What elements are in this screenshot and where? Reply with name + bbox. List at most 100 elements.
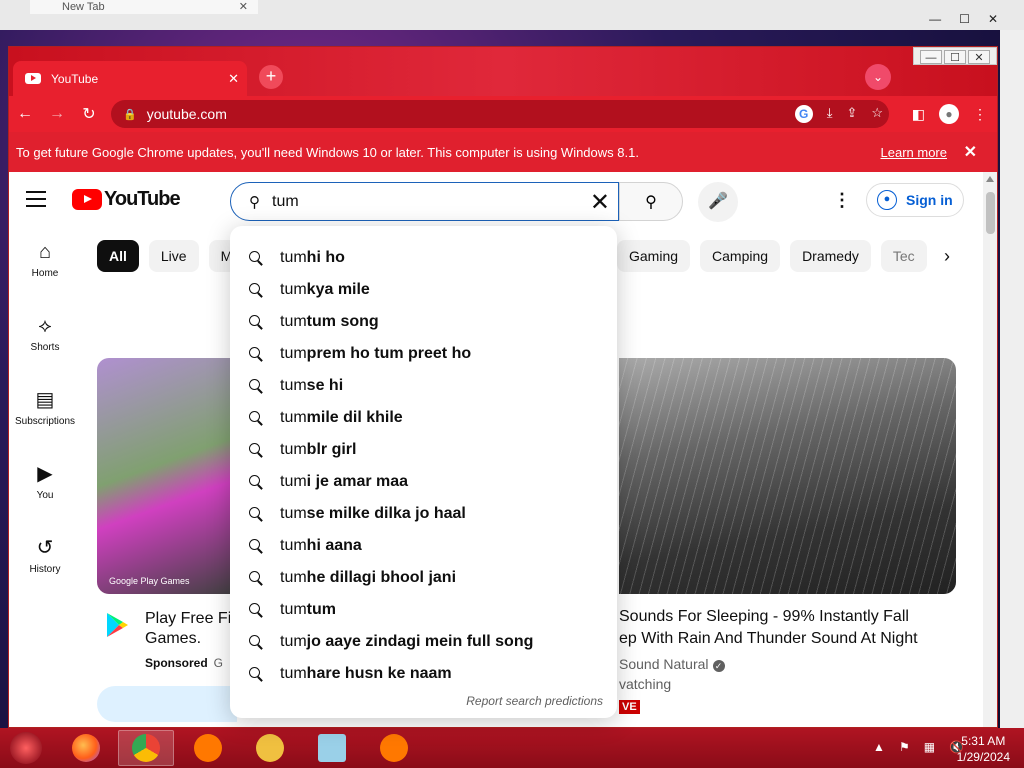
tab-youtube[interactable]: YouTube ✕ bbox=[13, 61, 247, 96]
report-search-predictions-link[interactable]: Report search predictions bbox=[466, 694, 603, 708]
suggestion-item[interactable]: tum prem ho tum preet ho bbox=[230, 338, 617, 370]
suggestion-prefix: tum bbox=[280, 345, 307, 362]
rain-video-title[interactable]: Sounds For Sleeping - 99% Instantly Fall bbox=[619, 608, 909, 626]
chrome-maximize-icon[interactable]: ☐ bbox=[944, 50, 966, 64]
install-app-icon[interactable]: ⤓ bbox=[827, 105, 833, 123]
ad-cta-button[interactable] bbox=[97, 686, 237, 722]
background-tab-close-icon[interactable]: ✕ bbox=[239, 0, 248, 14]
background-tab[interactable]: New Tab ✕ bbox=[30, 0, 258, 14]
voice-search-mic-icon[interactable]: 🎤 bbox=[698, 182, 738, 222]
scroll-up-arrow-icon[interactable] bbox=[986, 176, 994, 182]
tab-close-icon[interactable]: ✕ bbox=[228, 71, 239, 87]
suggestion-item[interactable]: tum i je amar maa bbox=[230, 466, 617, 498]
network-icon[interactable]: ▦ bbox=[924, 740, 935, 754]
suggestion-prefix: tum bbox=[280, 505, 307, 522]
sponsored-text: Sponsored bbox=[145, 656, 208, 670]
avast-icon bbox=[194, 734, 222, 762]
suggestion-completion: se hi bbox=[306, 377, 344, 394]
youtube-logo[interactable]: YouTube bbox=[72, 188, 181, 211]
taskbar-avast[interactable] bbox=[180, 730, 236, 766]
back-arrow-icon[interactable]: ← bbox=[9, 105, 41, 123]
maximize-icon[interactable]: ☐ bbox=[959, 12, 970, 26]
page-scrollbar[interactable] bbox=[983, 172, 997, 727]
sponsored-label: Sponsored G bbox=[145, 656, 223, 670]
side-panel-icon[interactable]: ◧ bbox=[912, 106, 925, 123]
start-button-icon[interactable] bbox=[10, 732, 42, 764]
search-icon bbox=[248, 410, 264, 426]
scrollbar-thumb[interactable] bbox=[986, 192, 995, 234]
taskbar-chrome[interactable] bbox=[118, 730, 174, 766]
verified-badge-icon: ✓ bbox=[712, 660, 725, 672]
taskbar-clock[interactable]: 5:31 AM 1/29/2024 bbox=[957, 733, 1010, 765]
suggestion-item[interactable]: tum se hi bbox=[230, 370, 617, 402]
action-center-flag-icon[interactable]: ⚑ bbox=[899, 740, 910, 754]
search-box[interactable]: ⚲ ✕ bbox=[230, 182, 619, 221]
suggestion-item[interactable]: tum he dillagi bhool jani bbox=[230, 562, 617, 594]
bookmark-star-icon[interactable]: ☆ bbox=[871, 105, 883, 123]
lock-icon[interactable]: 🔒 bbox=[123, 108, 137, 121]
sign-in-button[interactable]: ● Sign in bbox=[866, 183, 964, 217]
video-thumbnail-rain[interactable] bbox=[619, 358, 956, 594]
background-window-controls: — ☐ ✕ bbox=[929, 12, 998, 26]
suggestion-completion: tum song bbox=[306, 313, 379, 330]
chip-gaming[interactable]: Gaming bbox=[617, 240, 691, 272]
chip-live[interactable]: Live bbox=[148, 240, 199, 272]
google-lens-icon[interactable]: G bbox=[794, 105, 813, 123]
suggestion-item[interactable]: tum se milke dilka jo haal bbox=[230, 498, 617, 530]
settings-kebab-icon[interactable]: ⋮ bbox=[833, 190, 851, 211]
taskbar-keepass[interactable] bbox=[242, 730, 298, 766]
chip-camping[interactable]: Camping bbox=[700, 240, 781, 272]
guide-item-subscriptions[interactable]: ▤ Subscriptions bbox=[9, 382, 81, 456]
search-input[interactable] bbox=[272, 192, 572, 211]
search-button[interactable]: ⚲ bbox=[619, 182, 683, 221]
search-icon bbox=[248, 250, 264, 266]
taskbar-notepad[interactable] bbox=[304, 730, 360, 766]
ad-video-title-line2[interactable]: Games. bbox=[145, 630, 201, 648]
taskbar-avast-2[interactable] bbox=[366, 730, 422, 766]
profile-avatar-icon[interactable]: ● bbox=[939, 104, 959, 124]
background-window-edge bbox=[1000, 30, 1024, 728]
keepass-icon bbox=[256, 734, 284, 762]
rain-video-title-line2[interactable]: ep With Rain And Thunder Sound At Night bbox=[619, 630, 918, 648]
home-icon: ⌂ bbox=[38, 241, 52, 263]
chrome-menu-icon[interactable]: ⋮ bbox=[973, 106, 987, 123]
chrome-minimize-icon[interactable]: — bbox=[920, 50, 942, 64]
chip-all[interactable]: All bbox=[97, 240, 139, 272]
tab-search-chevron-icon[interactable]: ⌄ bbox=[865, 64, 891, 90]
address-bar[interactable]: 🔒 youtube.com G ⤓ ⇪ ☆ bbox=[111, 100, 889, 128]
share-icon[interactable]: ⇪ bbox=[846, 105, 857, 123]
infobar-close-icon[interactable]: ✕ bbox=[964, 142, 977, 162]
forward-arrow-icon[interactable]: → bbox=[41, 105, 73, 123]
suggestion-item[interactable]: tum hi ho bbox=[230, 242, 617, 274]
ad-video-title[interactable]: Play Free Fi bbox=[145, 608, 237, 630]
chips-next-chevron-icon[interactable]: › bbox=[944, 246, 950, 267]
channel-name[interactable]: Sound Natural ✓ bbox=[619, 656, 725, 672]
taskbar-firefox[interactable] bbox=[58, 730, 114, 766]
suggestion-item[interactable]: tum blr girl bbox=[230, 434, 617, 466]
close-icon[interactable]: ✕ bbox=[988, 12, 998, 26]
chip-tech[interactable]: Tec bbox=[880, 240, 927, 272]
guide-item-history[interactable]: ↺ History bbox=[9, 530, 81, 604]
learn-more-link[interactable]: Learn more bbox=[881, 145, 947, 160]
reload-icon[interactable]: ↻ bbox=[73, 104, 105, 124]
chrome-close-icon[interactable]: ✕ bbox=[968, 50, 990, 64]
suggestion-item[interactable]: tum mile dil khile bbox=[230, 402, 617, 434]
subscriptions-icon: ▤ bbox=[35, 389, 55, 411]
suggestion-item[interactable]: tum tum bbox=[230, 594, 617, 626]
guide-item-you[interactable]: ▶ You bbox=[9, 456, 81, 530]
new-tab-button[interactable]: + bbox=[259, 65, 283, 89]
suggestion-item[interactable]: tum hi aana bbox=[230, 530, 617, 562]
guide-item-shorts[interactable]: ⟡ Shorts bbox=[9, 308, 81, 382]
tray-expand-icon[interactable]: ▲ bbox=[873, 740, 885, 754]
minimize-icon[interactable]: — bbox=[929, 12, 941, 26]
suggestion-item[interactable]: tum kya mile bbox=[230, 274, 617, 306]
suggestion-completion: jo aaye zindagi mein full song bbox=[306, 633, 534, 650]
hamburger-menu-icon[interactable] bbox=[26, 191, 46, 212]
video-thumbnail-ad[interactable]: Google Play Games bbox=[97, 358, 237, 594]
suggestion-item[interactable]: tum tum song bbox=[230, 306, 617, 338]
clear-search-icon[interactable]: ✕ bbox=[590, 188, 610, 217]
chip-dramedy[interactable]: Dramedy bbox=[790, 240, 871, 272]
suggestion-item[interactable]: tum hare husn ke naam bbox=[230, 658, 617, 690]
suggestion-item[interactable]: tum jo aaye zindagi mein full song bbox=[230, 626, 617, 658]
guide-item-home[interactable]: ⌂ Home bbox=[9, 234, 81, 308]
